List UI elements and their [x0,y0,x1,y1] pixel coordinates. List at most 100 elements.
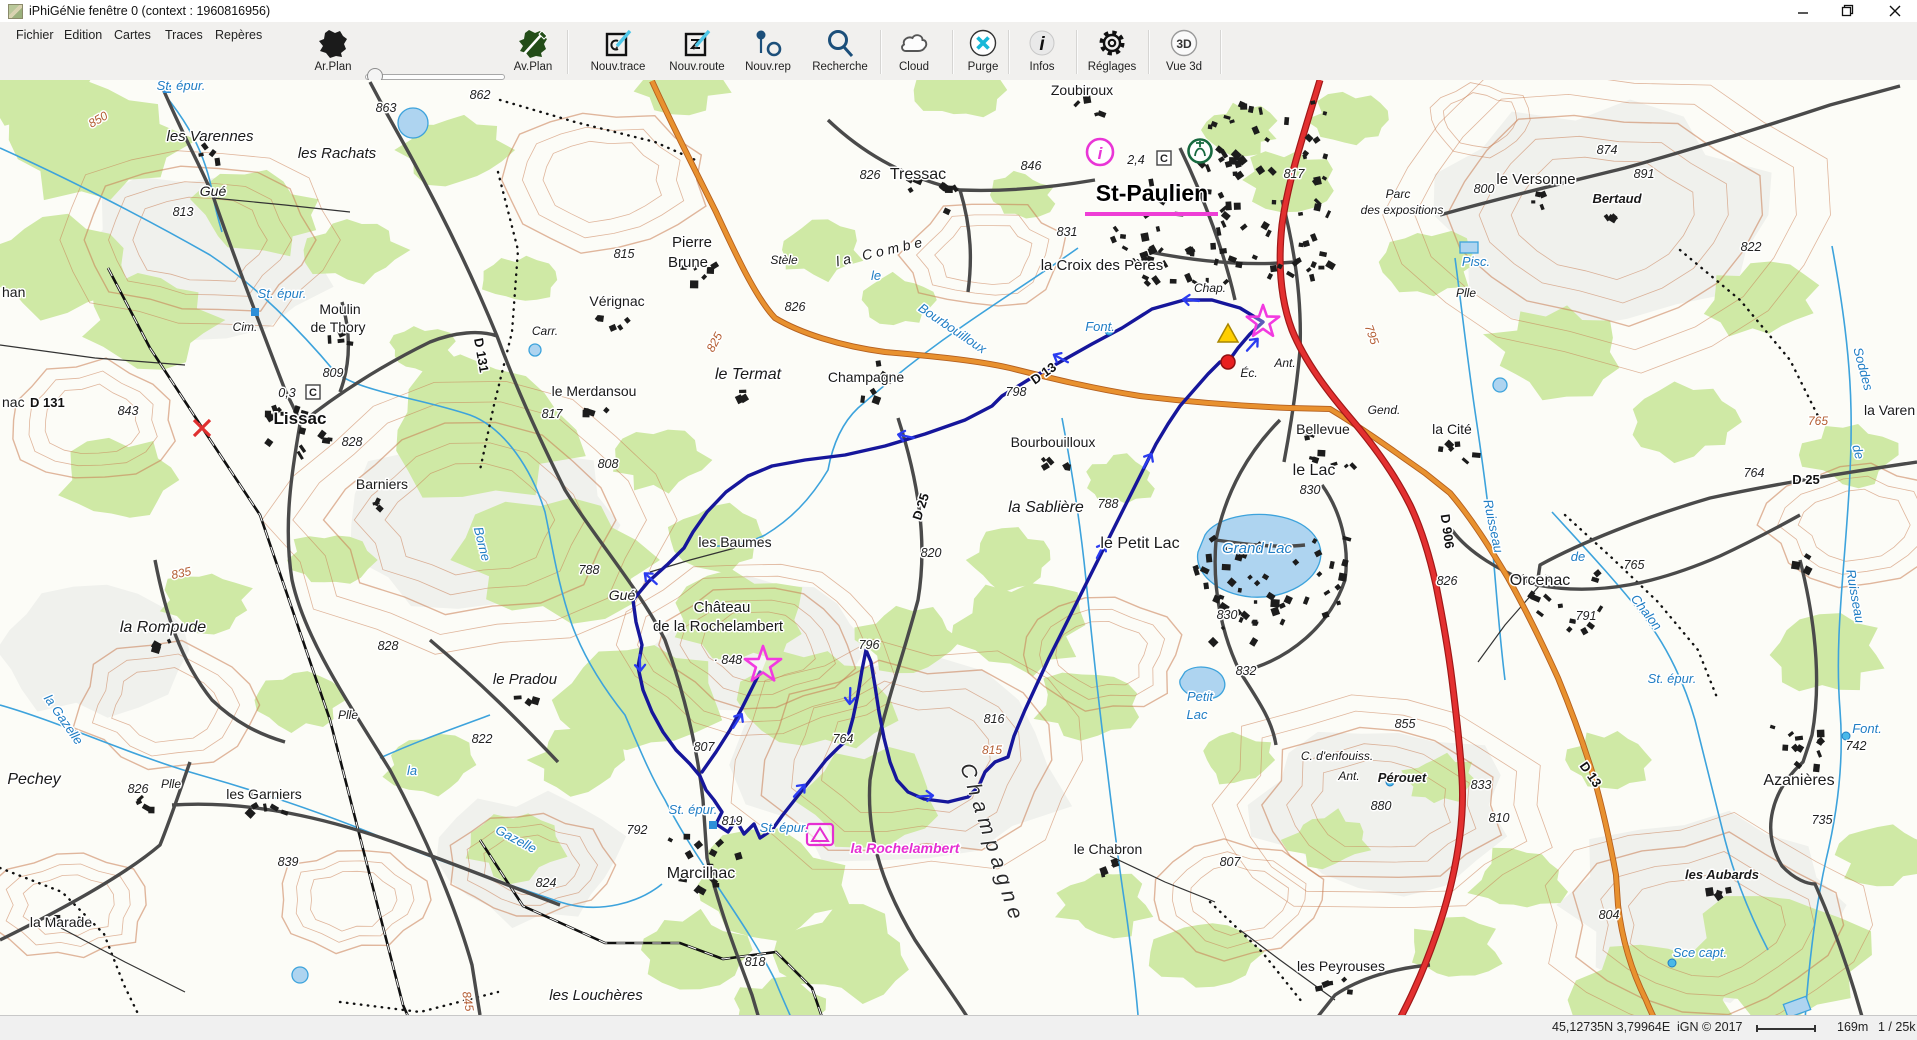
map-label: Vérignac [589,293,644,309]
map-label: Gué [200,183,227,199]
map-label: 808 [598,457,619,471]
red-cross-marker [194,420,210,436]
map-label: D 906 [1438,513,1458,549]
map-label: les Aubards [1685,867,1759,882]
restore-button[interactable] [1830,0,1864,21]
map-label: 815 [982,743,1002,757]
map-label: Ant. [1337,769,1359,783]
recherche-button[interactable]: Recherche [805,25,875,73]
map-label: le Petit Lac [1100,535,1179,552]
coordinates-readout: 45,12735N 3,79964E [1552,1020,1670,1034]
nouvtrace-button[interactable]: Nouv.trace [583,25,653,73]
map-label: D 25 [1792,472,1819,487]
map-label: 796 [859,638,880,652]
map-label: Bourbouilloux [916,300,990,357]
map-label: Pierre [672,234,712,251]
cloud-button[interactable]: Cloud [879,25,949,73]
map-label: 764 [1744,466,1765,480]
warning-triangle-icon[interactable] [1218,324,1238,342]
map-label: 891 [1634,167,1655,181]
arplan-button[interactable]: Ar.Plan [298,25,368,73]
cloud-icon [879,25,949,63]
map-label: 798 [1006,385,1027,399]
nature-reserve-icon [1189,140,1212,163]
map-label: 843 [118,404,139,418]
map-label: 818 [745,955,766,969]
map-label: St. épur. [157,80,206,93]
vue3d-button[interactable]: 3D Vue 3d [1149,25,1219,73]
map-label: 813 [173,205,194,219]
avplan-button[interactable]: Av.Plan [498,25,568,73]
map-label: les Rachats [298,145,377,162]
menu-fichier[interactable]: Fichier [12,26,58,44]
new-trace-icon [583,25,653,63]
map-label: le Pradou [493,671,558,688]
map-label: 765 [1808,414,1828,428]
menu-traces[interactable]: Traces [161,26,207,44]
svg-text:i: i [1039,34,1045,55]
map-canvas[interactable]: i St. épur.les Varennesles Rachats862863… [0,80,1917,1015]
map-label: Marcilhac [667,865,735,882]
map-label: Sce capt. [1673,945,1727,960]
map-label: les Varennes [167,128,254,145]
close-button[interactable] [1878,0,1912,21]
map-label: le Lac [1293,462,1336,479]
map-label: 862 [470,88,491,102]
map-label: 880 [1371,799,1392,813]
map-label: Soddes [1850,346,1876,393]
copyright-label: iGN © 2017 [1677,1020,1743,1034]
map-label: Grand Lac [1222,540,1293,557]
info-icon: i [1007,25,1077,63]
map-label: 874 [1597,143,1618,157]
map-label: Stèle [770,253,798,267]
reglages-button[interactable]: Réglages [1077,25,1147,73]
map-label: Zoubiroux [1051,82,1113,98]
app-icon [8,4,23,19]
map-label: la Varen [1864,402,1915,418]
nouvrep-button[interactable]: Nouv.rep [733,25,803,73]
map-label: han [2,284,25,300]
map-label: la Sablière [1008,499,1084,516]
map-label: Lissac [274,409,327,428]
map-label: Ant. [1273,356,1295,370]
map-label: 810 [1489,811,1510,825]
scale-bar [1756,1025,1816,1032]
map-label: Ruisseau [1480,498,1506,554]
svg-text:3D: 3D [1176,37,1192,51]
menu-reperes[interactable]: Repères [211,26,266,44]
map-label: 788 [579,563,600,577]
map-label: Chap. [1194,281,1226,295]
map-label: 809 [323,366,344,380]
map-label: 820 [921,546,942,560]
nouvroute-button[interactable]: Nouv.route [662,25,732,73]
minimize-icon [1797,5,1809,17]
map-label: le Chabron [1074,841,1143,857]
map-label: 830 [1300,483,1321,497]
map-label: 792 [627,823,648,837]
toolbar: Fichier Edition Cartes Traces Repères Ar… [0,22,1917,81]
minimize-button[interactable] [1786,0,1820,21]
map-label: 804 [1599,908,1620,922]
map-label: Carr. [532,324,558,338]
map-label: St. épur. [258,286,307,301]
menu-edition[interactable]: Edition [60,26,106,44]
map-label: les Louchères [549,987,643,1004]
map-label: · 848 [714,653,743,667]
close-icon [1889,5,1901,17]
map-label: Ruisseau [1843,568,1867,624]
menu-cartes[interactable]: Cartes [110,26,155,44]
topo-map[interactable]: i St. épur.les Varennesles Rachats862863… [0,80,1917,1015]
map-label: Plle [1456,286,1476,300]
map-label: Plle [161,777,181,791]
map-label: les Peyrouses [1297,958,1385,974]
map-label: Bertaud [1592,191,1642,206]
map-label: 863 [376,101,397,115]
map-label: 807 [694,740,716,754]
infos-button[interactable]: i Infos [1007,25,1077,73]
map-label: 815 [614,247,635,261]
new-route-icon [662,25,732,63]
map-label: 795 [1362,323,1382,347]
map-label: le Termat [715,366,782,383]
position-dot[interactable] [1221,355,1235,369]
map-label: Font. [1085,319,1115,334]
